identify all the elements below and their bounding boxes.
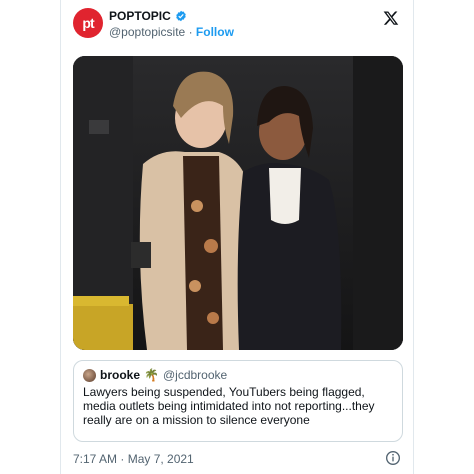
handle-row: @poptopicsite · Follow — [109, 25, 234, 39]
quoted-tweet[interactable]: brooke 🌴 @jcdbrooke Lawyers being suspen… — [73, 360, 403, 442]
photo-illustration — [73, 56, 403, 350]
avatar-text: pt — [82, 15, 94, 31]
x-logo-icon[interactable] — [383, 10, 399, 26]
account-handle[interactable]: @poptopicsite — [109, 25, 185, 39]
tweet-footer: 7:17 AM · May 7, 2021 — [73, 450, 401, 468]
account-avatar[interactable]: pt — [73, 8, 103, 38]
tweet-card: pt POPTOPIC @poptopicsite · Follow brook… — [60, 0, 414, 474]
quoted-tweet-text: Lawyers being suspended, YouTubers being… — [83, 385, 375, 427]
quoted-avatar[interactable] — [83, 368, 96, 382]
account-name[interactable]: POPTOPIC — [109, 9, 171, 23]
account-name-row: POPTOPIC — [109, 9, 187, 23]
palm-tree-emoji: 🌴 — [144, 368, 159, 382]
tweet-timestamp[interactable]: 7:17 AM · May 7, 2021 — [73, 452, 194, 466]
info-icon[interactable] — [385, 450, 401, 466]
quoted-name[interactable]: brooke — [100, 368, 140, 382]
follow-button[interactable]: Follow — [196, 25, 234, 39]
verified-badge-icon — [176, 10, 186, 22]
separator: · — [188, 25, 193, 39]
tweet-photo[interactable] — [73, 56, 403, 350]
tweet-header: pt POPTOPIC @poptopicsite · Follow — [73, 8, 405, 44]
quoted-handle[interactable]: @jcdbrooke — [163, 368, 227, 382]
quoted-tweet-header: brooke 🌴 @jcdbrooke — [83, 368, 393, 382]
